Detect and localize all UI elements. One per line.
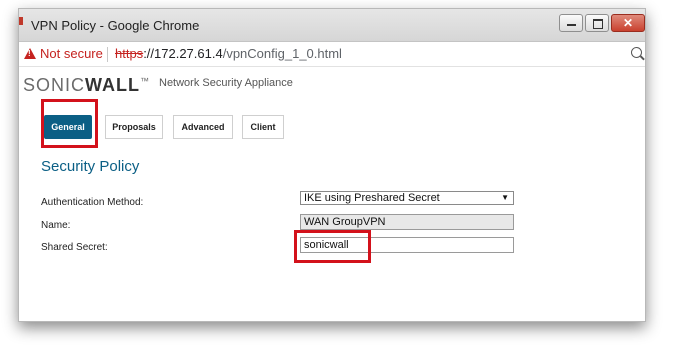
- name-label: Name:: [41, 220, 71, 231]
- url-text[interactable]: https://172.27.61.4/vpnConfig_1_0.html: [115, 46, 342, 61]
- sonicwall-logo: SONICWALL™: [23, 75, 150, 96]
- url-host: ://172.27.61.4: [143, 46, 223, 61]
- url-path: /vpnConfig_1_0.html: [222, 46, 342, 61]
- url-scheme: https: [115, 46, 144, 61]
- tab-proposals[interactable]: Proposals: [105, 115, 163, 139]
- logo-part2: WALL: [85, 75, 141, 95]
- auth-method-value: IKE using Preshared Secret: [304, 192, 440, 204]
- auth-method-select[interactable]: IKE using Preshared Secret ▼: [300, 191, 514, 205]
- shared-secret-label: Shared Secret:: [41, 242, 108, 253]
- zoom-icon[interactable]: [631, 47, 642, 58]
- name-field: WAN GroupVPN: [300, 214, 514, 230]
- tab-client[interactable]: Client: [242, 115, 284, 139]
- chrome-icon: [19, 17, 23, 25]
- browser-window: VPN Policy - Google Chrome ✕ Not secure …: [18, 8, 646, 322]
- address-bar[interactable]: Not secure https://172.27.61.4/vpnConfig…: [19, 42, 645, 67]
- close-button[interactable]: ✕: [611, 14, 645, 32]
- maximize-button[interactable]: [585, 14, 609, 32]
- appliance-subtitle: Network Security Appliance: [159, 77, 293, 89]
- section-title: Security Policy: [41, 158, 140, 175]
- warning-icon: [24, 48, 36, 59]
- title-bar[interactable]: VPN Policy - Google Chrome ✕: [19, 9, 645, 42]
- dropdown-arrow-icon: ▼: [501, 193, 509, 202]
- minimize-icon: [567, 24, 576, 26]
- window-title: VPN Policy - Google Chrome: [31, 18, 200, 33]
- minimize-button[interactable]: [559, 14, 583, 32]
- maximize-icon: [593, 19, 603, 29]
- close-icon: ✕: [622, 16, 634, 30]
- auth-method-label: Authentication Method:: [41, 197, 144, 208]
- tab-general[interactable]: General: [44, 115, 92, 139]
- not-secure-label[interactable]: Not secure: [40, 46, 103, 61]
- shared-secret-input[interactable]: sonicwall: [300, 237, 514, 253]
- tab-advanced[interactable]: Advanced: [173, 115, 233, 139]
- address-separator: [107, 47, 108, 62]
- logo-part1: SONIC: [23, 75, 86, 95]
- logo-tm: ™: [140, 76, 151, 86]
